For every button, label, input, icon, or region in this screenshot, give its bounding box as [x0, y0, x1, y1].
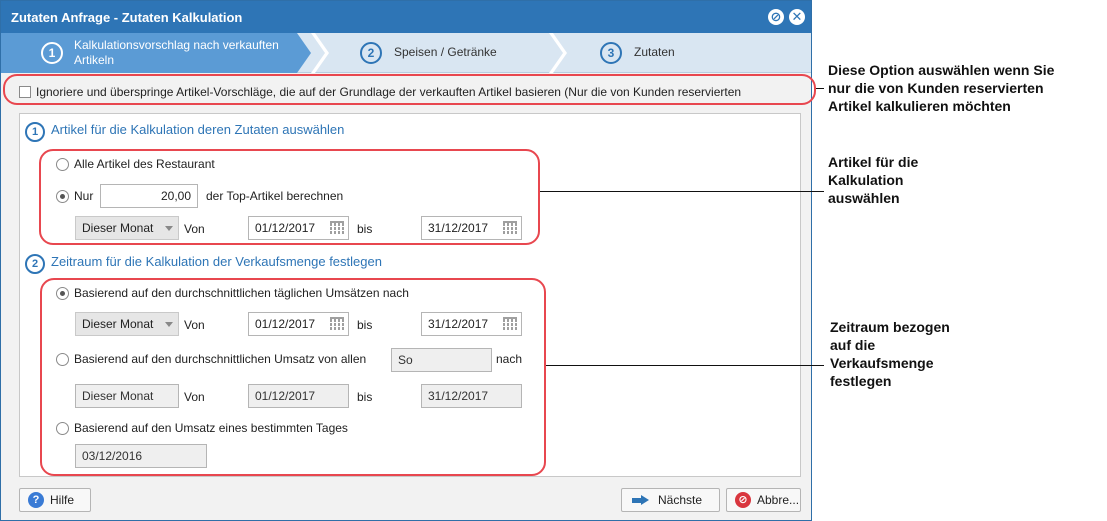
- to-label: bis: [357, 318, 373, 332]
- weekday-suffix: nach: [496, 352, 523, 366]
- cancel-label: Abbre...: [757, 493, 800, 507]
- top-articles-input[interactable]: 20,00: [100, 184, 198, 208]
- weekday-from-date-input[interactable]: 01/12/2017: [248, 384, 349, 408]
- annotation-line: auf die: [830, 337, 876, 353]
- daily-to-date-input[interactable]: 31/12/2017: [421, 312, 522, 336]
- calendar-icon[interactable]: [503, 317, 517, 330]
- annotation-line: auswählen: [828, 190, 900, 206]
- to-date-input[interactable]: 31/12/2017: [421, 216, 522, 240]
- daily-from-date-input[interactable]: 01/12/2017: [248, 312, 349, 336]
- annotation-line: nur die von Kunden reservierten: [828, 80, 1044, 96]
- annotation-line: Kalkulation: [828, 172, 904, 188]
- annotation-connector: [546, 365, 824, 366]
- wizard-steps: 1 Kalkulationsvorschlag nach verkauften …: [1, 33, 811, 73]
- title-bar: Zutaten Anfrage - Zutaten Kalkulation ⊘ …: [1, 1, 811, 33]
- minimize-icon[interactable]: ⊘: [768, 9, 784, 25]
- step-separator: [311, 33, 329, 73]
- arrow-right-icon: [632, 495, 650, 506]
- to-date-value: 31/12/2017: [428, 221, 489, 235]
- next-button[interactable]: Nächste: [621, 488, 720, 512]
- to-label: bis: [357, 222, 373, 236]
- daily-average-label: Basierend auf den durchschnittlichen täg…: [74, 286, 409, 300]
- calendar-icon[interactable]: [330, 221, 344, 234]
- step-separator: [549, 33, 567, 73]
- specific-day-date-input[interactable]: 03/12/2016: [75, 444, 207, 468]
- calendar-icon[interactable]: [330, 317, 344, 330]
- calendar-icon[interactable]: [503, 221, 517, 234]
- from-label: Von: [184, 222, 205, 236]
- window-title: Zutaten Anfrage - Zutaten Kalkulation: [11, 10, 243, 25]
- annotation-connector: [540, 191, 824, 192]
- chevron-down-icon[interactable]: [160, 313, 178, 335]
- all-articles-label: Alle Artikel des Restaurant: [74, 157, 215, 171]
- section-number: 2: [25, 254, 45, 274]
- step-number: 1: [41, 42, 63, 64]
- daily-period-select[interactable]: Dieser Monat: [75, 312, 179, 336]
- weekday-average-label: Basierend auf den durchschnittlichen Ums…: [74, 352, 367, 366]
- weekday-period-select[interactable]: Dieser Monat: [75, 384, 179, 408]
- from-date-input[interactable]: 01/12/2017: [248, 216, 349, 240]
- specific-day-label: Basierend auf den Umsatz eines bestimmte…: [74, 421, 348, 435]
- annotation-line: Artikel für die: [828, 154, 919, 170]
- step-label: Speisen / Getränke: [394, 45, 497, 59]
- annotation-line: Diese Option auswählen wenn Sie: [828, 62, 1055, 78]
- help-button[interactable]: ? Hilfe: [19, 488, 91, 512]
- step-label: Kalkulationsvorschlag nach verkauften Ar…: [74, 38, 279, 67]
- section-title: Zeitraum für die Kalkulation der Verkauf…: [51, 254, 382, 269]
- ignore-suggestions-checkbox[interactable]: [19, 86, 31, 98]
- period-value: Dieser Monat: [82, 317, 154, 331]
- cancel-button[interactable]: ⊘ Abbre...: [726, 488, 801, 512]
- weekday-to-date-input[interactable]: 31/12/2017: [421, 384, 522, 408]
- from-date-value: 01/12/2017: [255, 317, 316, 331]
- step-label: Zutaten: [634, 45, 675, 59]
- annotation-line: Artikel kalkulieren möchten: [828, 98, 1011, 114]
- radio-daily-average[interactable]: [56, 287, 69, 300]
- dialog-window: Zutaten Anfrage - Zutaten Kalkulation ⊘ …: [0, 0, 812, 521]
- from-label: Von: [184, 318, 205, 332]
- radio-weekday-average[interactable]: [56, 353, 69, 366]
- from-label: Von: [184, 390, 205, 404]
- help-label: Hilfe: [50, 493, 75, 507]
- from-date-value: 01/12/2017: [255, 221, 316, 235]
- annotation-line: festlegen: [830, 373, 892, 389]
- chevron-down-icon[interactable]: [160, 217, 178, 239]
- annotation-ignore-option: Diese Option auswählen wenn Sie nur die …: [828, 61, 1054, 115]
- period-select[interactable]: Dieser Monat: [75, 216, 179, 240]
- annotation-line: Verkaufsmenge: [830, 355, 934, 371]
- section-title: Artikel für die Kalkulation deren Zutate…: [51, 122, 345, 137]
- radio-top-articles[interactable]: [56, 190, 69, 203]
- step-number: 3: [600, 42, 622, 64]
- section-1-heading: 1 Artikel für die Kalkulation deren Zutat…: [25, 122, 344, 142]
- to-date-value: 31/12/2017: [428, 317, 489, 331]
- section-number: 1: [25, 122, 45, 142]
- ignore-suggestions-label: Ignoriere und überspringe Artikel-Vorsch…: [36, 85, 742, 99]
- top-articles-suffix: der Top-Artikel berechnen: [206, 189, 344, 203]
- ignore-suggestions-option[interactable]: Ignoriere und überspringe Artikel-Vorsch…: [19, 85, 809, 99]
- next-label: Nächste: [658, 493, 703, 507]
- help-icon: ?: [28, 492, 44, 508]
- weekday-select[interactable]: So: [391, 348, 492, 372]
- annotation-period-selection: Zeitraum bezogen auf die Verkaufsmenge f…: [830, 318, 950, 390]
- annotation-article-selection: Artikel für die Kalkulation auswählen: [828, 153, 918, 207]
- step-number: 2: [360, 42, 382, 64]
- close-icon[interactable]: ✕: [789, 9, 805, 25]
- annotation-line: Zeitraum bezogen: [830, 319, 950, 335]
- section-2-heading: 2 Zeitraum für die Kalkulation der Verkau…: [25, 254, 382, 274]
- annotation-connector: [816, 88, 824, 89]
- top-articles-prefix: Nur: [74, 189, 94, 203]
- radio-specific-day[interactable]: [56, 422, 69, 435]
- period-value: Dieser Monat: [82, 221, 154, 235]
- to-label: bis: [357, 390, 373, 404]
- radio-all-articles[interactable]: [56, 158, 69, 171]
- cancel-icon: ⊘: [735, 492, 751, 508]
